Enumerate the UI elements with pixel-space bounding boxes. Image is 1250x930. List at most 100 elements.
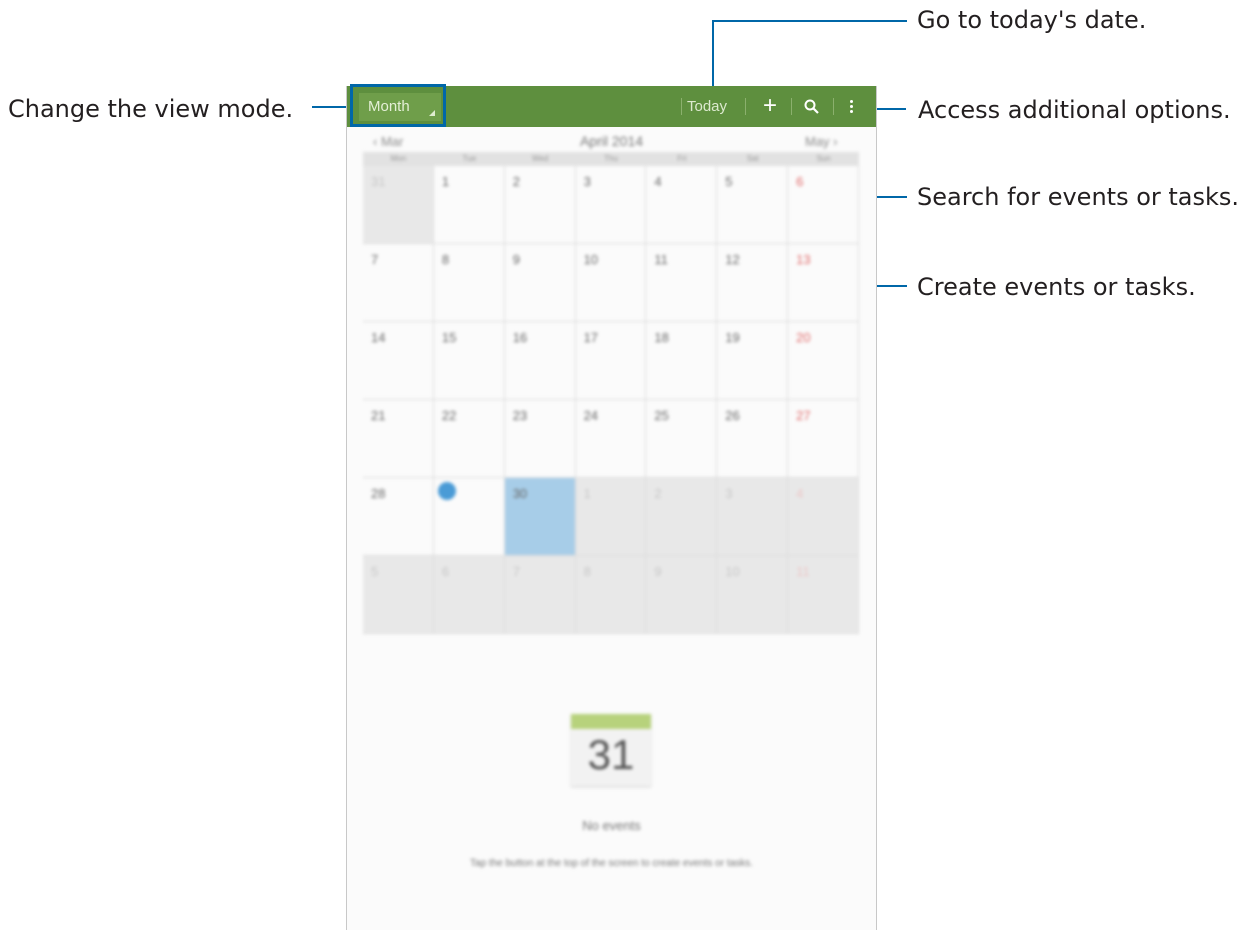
day-number: 9 — [654, 564, 662, 579]
day-number: 17 — [583, 330, 599, 345]
day-cell[interactable]: 3 — [575, 166, 647, 244]
day-cell[interactable]: 9 — [646, 556, 718, 634]
callout-search: Search for events or tasks. — [917, 183, 1240, 211]
day-cell[interactable]: 7 — [504, 556, 576, 634]
day-number: 27 — [796, 408, 811, 423]
day-number: 11 — [796, 564, 810, 579]
month-navigation: ‹ Mar April 2014 May › — [347, 127, 876, 155]
empty-state-hint: Tap the button at the top of the screen … — [470, 858, 753, 869]
day-cell[interactable]: 28 — [363, 478, 434, 556]
day-number: 18 — [654, 330, 669, 345]
day-cell[interactable]: 27 — [788, 400, 859, 478]
day-cell[interactable]: 24 — [575, 400, 647, 478]
day-cell[interactable]: 22 — [433, 400, 505, 478]
day-number: 31 — [371, 174, 386, 189]
day-number: 2 — [654, 486, 662, 501]
day-cell[interactable]: 11 — [788, 556, 859, 634]
day-number: 12 — [725, 252, 740, 267]
day-number: 20 — [796, 330, 811, 345]
day-cell[interactable]: 19 — [717, 322, 789, 400]
day-number: 24 — [583, 408, 599, 423]
day-cell[interactable]: 20 — [788, 322, 859, 400]
day-cell[interactable]: 5 — [363, 556, 434, 634]
day-number: 28 — [371, 486, 386, 501]
calendar-icon: 31 — [571, 714, 651, 786]
weekday-label: Thu — [604, 154, 618, 163]
callout-change-view-mode: Change the view mode. — [8, 95, 294, 123]
calendar-screen: Month Today + ‹ Mar April 2014 May › Mon… — [346, 86, 877, 930]
day-cell[interactable]: 3 — [717, 478, 789, 556]
view-mode-highlight — [350, 84, 446, 127]
weekday-label: Tue — [462, 154, 477, 163]
day-cell[interactable]: 1 — [433, 166, 505, 244]
callout-line-today-horizontal — [712, 20, 907, 22]
day-number: 21 — [371, 408, 386, 423]
day-number: 30 — [512, 486, 528, 501]
day-number: 5 — [725, 174, 733, 189]
day-cell[interactable]: 11 — [646, 244, 718, 322]
day-number: 7 — [371, 252, 379, 267]
day-cell[interactable]: 21 — [363, 400, 434, 478]
day-cell[interactable]: 26 — [717, 400, 789, 478]
day-cell[interactable]: 5 — [717, 166, 789, 244]
day-cell[interactable]: 2 — [504, 166, 576, 244]
day-number: 10 — [583, 252, 599, 267]
weekday-label: Fri — [677, 154, 687, 163]
day-cell[interactable]: 29 — [433, 478, 505, 556]
day-cell[interactable]: 8 — [575, 556, 647, 634]
day-number: 6 — [796, 174, 804, 189]
day-number: 3 — [583, 174, 591, 189]
weekday-label: Sun — [816, 154, 831, 163]
callout-line-view-mode — [312, 106, 350, 108]
day-number: 25 — [654, 408, 669, 423]
weekday-label: Sat — [746, 154, 759, 163]
day-cell[interactable]: 4 — [788, 478, 859, 556]
day-cell[interactable]: 25 — [646, 400, 718, 478]
day-number: 1 — [583, 486, 591, 501]
day-cell[interactable]: 10 — [575, 244, 647, 322]
today-indicator-icon — [437, 482, 456, 500]
callout-go-to-today: Go to today's date. — [917, 6, 1147, 34]
callout-additional-options: Access additional options. — [918, 96, 1231, 124]
day-number: 7 — [512, 564, 520, 579]
day-number: 10 — [725, 564, 740, 579]
day-cell[interactable]: 10 — [717, 556, 789, 634]
day-number: 23 — [512, 408, 528, 423]
day-cell[interactable]: 31 — [363, 166, 434, 244]
day-cell[interactable]: 15 — [433, 322, 505, 400]
day-number: 3 — [725, 486, 733, 501]
day-number: 5 — [371, 564, 379, 579]
calendar-content: ‹ Mar April 2014 May › Mon Tue Wed Thu Fri Sa… — [347, 86, 876, 930]
day-cell[interactable]: 6 — [433, 556, 505, 634]
month-title: April 2014 — [579, 133, 644, 149]
weekday-header: Mon Tue Wed Thu Fri Sat Sun — [363, 152, 859, 166]
day-number: 11 — [654, 252, 668, 267]
day-cell[interactable]: 13 — [788, 244, 859, 322]
day-cell[interactable]: 2 — [646, 478, 718, 556]
day-number: 14 — [371, 330, 386, 345]
day-number: 4 — [796, 486, 804, 501]
no-events-message: No events — [582, 818, 641, 833]
day-cell[interactable]: 4 — [646, 166, 718, 244]
day-cell[interactable]: 8 — [433, 244, 505, 322]
weekday-label: Wed — [531, 154, 549, 163]
day-cell[interactable]: 7 — [363, 244, 434, 322]
day-number: 4 — [654, 174, 662, 189]
day-cell[interactable]: 14 — [363, 322, 434, 400]
next-month-button[interactable]: May › — [805, 134, 838, 149]
day-cell[interactable]: 6 — [788, 166, 859, 244]
day-cell[interactable]: 18 — [646, 322, 718, 400]
day-cell[interactable]: 16 — [504, 322, 576, 400]
day-number: 1 — [441, 174, 450, 189]
day-cell[interactable]: 17 — [575, 322, 647, 400]
day-cell-selected[interactable]: 30 — [504, 478, 576, 556]
callout-create: Create events or tasks. — [917, 273, 1196, 301]
day-cell[interactable]: 1 — [575, 478, 647, 556]
day-cell[interactable]: 12 — [717, 244, 789, 322]
day-cell[interactable]: 23 — [504, 400, 576, 478]
day-number: 9 — [512, 252, 520, 267]
day-number: 13 — [796, 252, 811, 267]
callout-line-today-vertical — [712, 20, 714, 92]
day-number: 8 — [441, 252, 450, 267]
day-cell[interactable]: 9 — [504, 244, 576, 322]
